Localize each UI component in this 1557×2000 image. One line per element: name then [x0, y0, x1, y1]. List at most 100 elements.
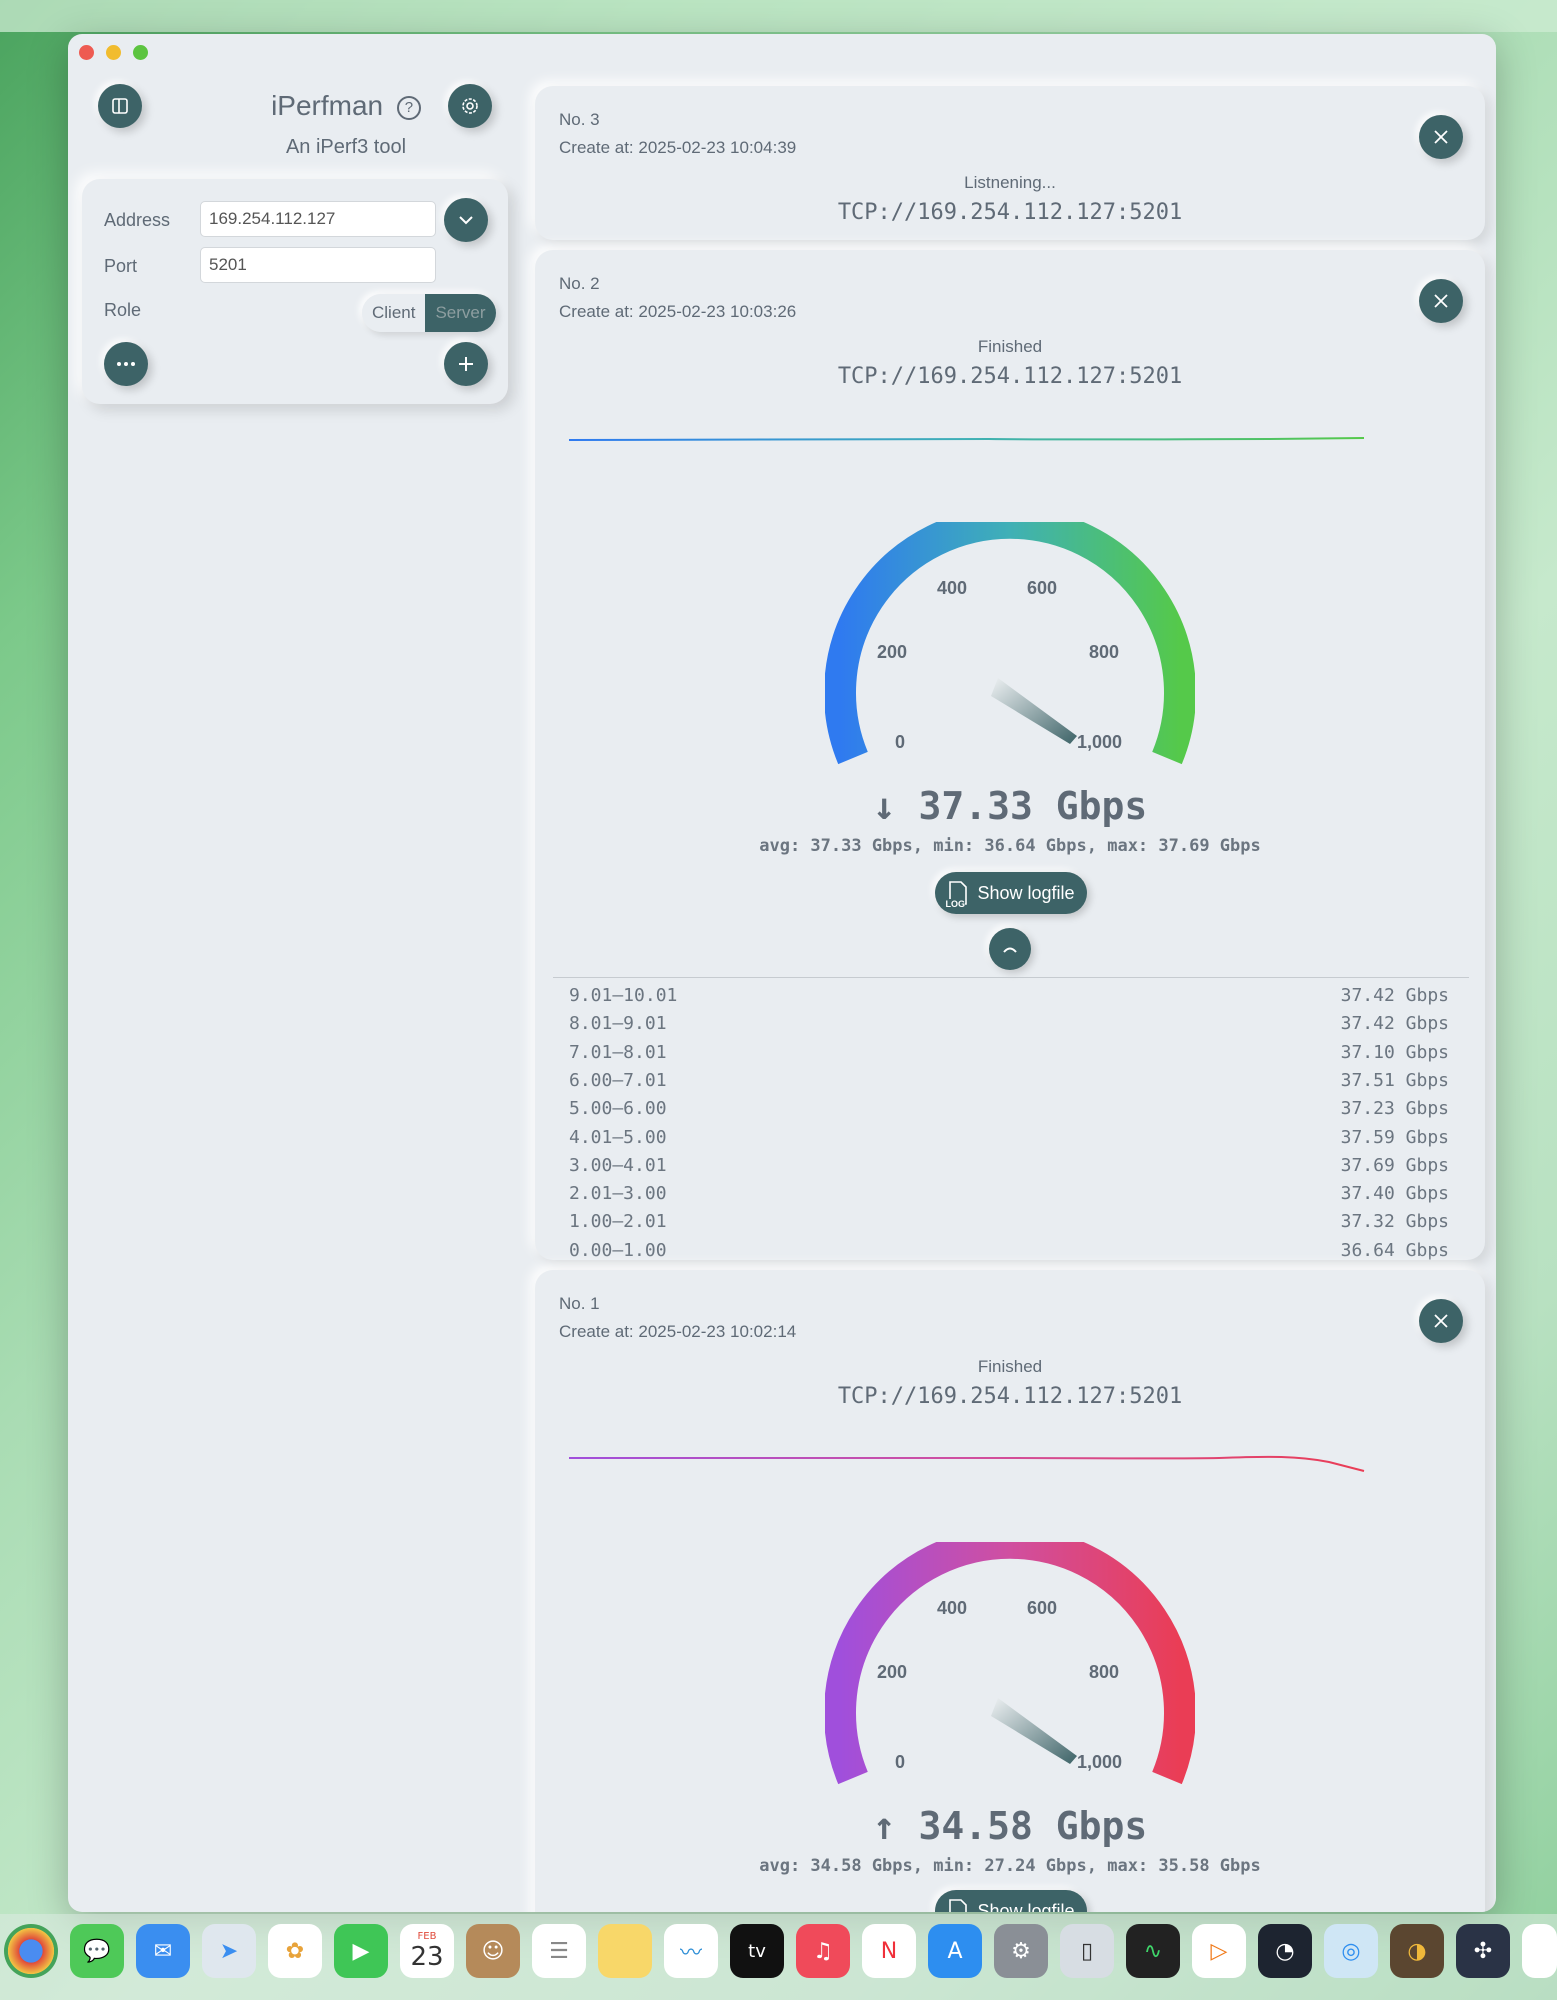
speedtest-app-icon[interactable]: ◔ [1258, 1924, 1312, 1978]
photos-app-icon[interactable]: ✿ [268, 1924, 322, 1978]
maps-app-icon[interactable]: ➤ [202, 1924, 256, 1978]
interval-range: 9.01–10.01 [569, 985, 678, 1006]
interval-value: 37.42 Gbps [1340, 985, 1449, 1006]
calendar-day: 23 [410, 1942, 444, 1972]
ellipsis-icon [117, 362, 135, 366]
notes-app-icon[interactable] [598, 1924, 652, 1978]
current-speed-value: 34.58 Gbps [918, 1804, 1148, 1848]
chrome-app-icon[interactable] [4, 1924, 58, 1978]
port-input[interactable]: 5201 [200, 247, 436, 283]
role-client-option[interactable]: Client [362, 294, 426, 332]
current-speed: ↓ 37.33 Gbps [535, 784, 1485, 828]
close-icon [1434, 1314, 1448, 1328]
address-input[interactable]: 169.254.112.127 [200, 201, 436, 237]
interval-value: 37.32 Gbps [1340, 1211, 1449, 1233]
current-speed: ↑ 34.58 Gbps [535, 1804, 1485, 1848]
session-created: Create at: 2025-02-23 10:03:26 [559, 302, 797, 321]
log-file-icon: LOG [945, 880, 969, 909]
app-title-text: iPerfman [271, 90, 384, 121]
davinci-resolve-app-icon[interactable]: ✣ [1456, 1924, 1510, 1978]
show-logfile-button[interactable]: LOG Show logfile [935, 872, 1087, 914]
interval-row: 8.01–9.01 37.42 Gbps [569, 1013, 1449, 1041]
session-address: TCP://169.254.112.127:5201 [837, 364, 1183, 389]
music-app-icon[interactable]: ♫ [796, 1924, 850, 1978]
show-logfile-button[interactable]: LOG Show logfile [935, 1890, 1087, 1912]
gauge-tick: 600 [1027, 1598, 1057, 1618]
gauge-tick: 200 [877, 642, 907, 662]
iphone-mirroring-app-icon[interactable]: ▯ [1060, 1924, 1114, 1978]
show-logfile-label: Show logfile [977, 882, 1075, 903]
session-number: No. 2 [559, 274, 600, 293]
gauge-tick: 0 [895, 1752, 905, 1772]
interval-range: 5.00–6.00 [569, 1098, 667, 1120]
interval-value: 37.59 Gbps [1340, 1126, 1449, 1148]
close-icon [1434, 294, 1448, 308]
dock: 💬 ✉ ➤ ✿ ▶ FEB 23 ☺ ☰ 〰 tv ♫ N A ⚙ ▯ ∿ ▷ … [0, 1914, 1557, 2000]
session-card-1: No. 1 Create at: 2025-02-23 10:02:14 Fin… [535, 1270, 1485, 1912]
chevron-down-icon [459, 216, 473, 225]
interval-row: 1.00–2.01 37.32 Gbps [569, 1211, 1449, 1239]
address-dropdown-button[interactable] [444, 198, 488, 242]
close-window-button[interactable] [79, 45, 94, 60]
istat-app-icon[interactable]: ◑ [1390, 1924, 1444, 1978]
show-logfile-label: Show logfile [977, 1900, 1075, 1913]
system-settings-app-icon[interactable]: ⚙ [994, 1924, 1048, 1978]
infuse-app-icon[interactable]: ▷ [1192, 1924, 1246, 1978]
add-session-button[interactable] [444, 342, 488, 386]
role-server-option[interactable]: Server [425, 294, 496, 332]
gauge-tick: 0 [895, 732, 905, 752]
tv-app-icon[interactable]: tv [730, 1924, 784, 1978]
session-card-3: No. 3 Create at: 2025-02-23 10:04:39 Lis… [535, 86, 1485, 240]
session-created: Create at: 2025-02-23 10:04:39 [559, 138, 797, 157]
gauge-tick: 400 [937, 1598, 967, 1618]
role-label: Role [104, 300, 142, 320]
app-title: iPerfman ? [216, 90, 476, 122]
role-segmented-control[interactable]: Client Server [362, 294, 496, 332]
address-label: Address [104, 210, 171, 230]
desktop-menubar [0, 0, 1557, 32]
help-icon[interactable]: ? [396, 95, 421, 120]
zoom-window-button[interactable] [133, 45, 148, 60]
minimize-window-button[interactable] [106, 45, 121, 60]
settings-button[interactable] [448, 84, 492, 128]
speed-gauge: 0 200 400 600 800 1,000 [824, 506, 1196, 782]
gauge-tick: 1,000 [1077, 732, 1122, 752]
port-label: Port [104, 256, 138, 276]
news-app-icon[interactable]: N [862, 1924, 916, 1978]
calendar-app-icon[interactable]: FEB 23 [400, 1924, 454, 1978]
freeform-app-icon[interactable]: 〰 [664, 1924, 718, 1978]
interval-range: 2.01–3.00 [569, 1183, 667, 1205]
speed-gauge: 0 200 400 600 800 1,000 [824, 1526, 1196, 1802]
tv-app-label: tv [748, 1940, 766, 1962]
interval-row: 4.01–5.00 37.59 Gbps [569, 1127, 1449, 1155]
interval-value: 37.40 Gbps [1340, 1183, 1449, 1205]
gauge-tick: 1,000 [1077, 1752, 1122, 1772]
close-session-button[interactable] [1419, 115, 1463, 159]
session-address: TCP://169.254.112.127:5201 [837, 200, 1183, 225]
contacts-app-icon[interactable]: ☺ [466, 1924, 520, 1978]
close-session-button[interactable] [1419, 1299, 1463, 1343]
more-options-button[interactable] [104, 342, 148, 386]
interval-value: 37.69 Gbps [1340, 1154, 1449, 1176]
interval-value: 37.51 Gbps [1340, 1069, 1449, 1091]
collapse-intervals-button[interactable] [989, 928, 1031, 970]
partial-app-icon[interactable] [1522, 1924, 1557, 1978]
interval-row: 2.01–3.00 37.40 Gbps [569, 1183, 1449, 1211]
gauge-tick: 800 [1089, 1662, 1119, 1682]
activity-monitor-app-icon[interactable]: ∿ [1126, 1924, 1180, 1978]
iperfman-app-icon[interactable]: ◎ [1324, 1924, 1378, 1978]
current-speed-value: 37.33 Gbps [918, 784, 1148, 828]
speed-stats: avg: 34.58 Gbps, min: 27.24 Gbps, max: 3… [759, 1856, 1261, 1876]
speed-stats: avg: 37.33 Gbps, min: 36.64 Gbps, max: 3… [759, 836, 1261, 856]
app-store-icon[interactable]: A [928, 1924, 982, 1978]
gauge-tick: 600 [1027, 578, 1057, 598]
toggle-sidebar-button[interactable] [98, 84, 142, 128]
facetime-app-icon[interactable]: ▶ [334, 1924, 388, 1978]
interval-range: 8.01–9.01 [569, 1013, 667, 1035]
reminders-app-icon[interactable]: ☰ [532, 1924, 586, 1978]
interval-range: 1.00–2.01 [569, 1211, 667, 1233]
close-session-button[interactable] [1419, 279, 1463, 323]
mail-app-icon[interactable]: ✉ [136, 1924, 190, 1978]
messages-app-icon[interactable]: 💬 [70, 1924, 124, 1978]
session-status: Finished [977, 337, 1043, 356]
